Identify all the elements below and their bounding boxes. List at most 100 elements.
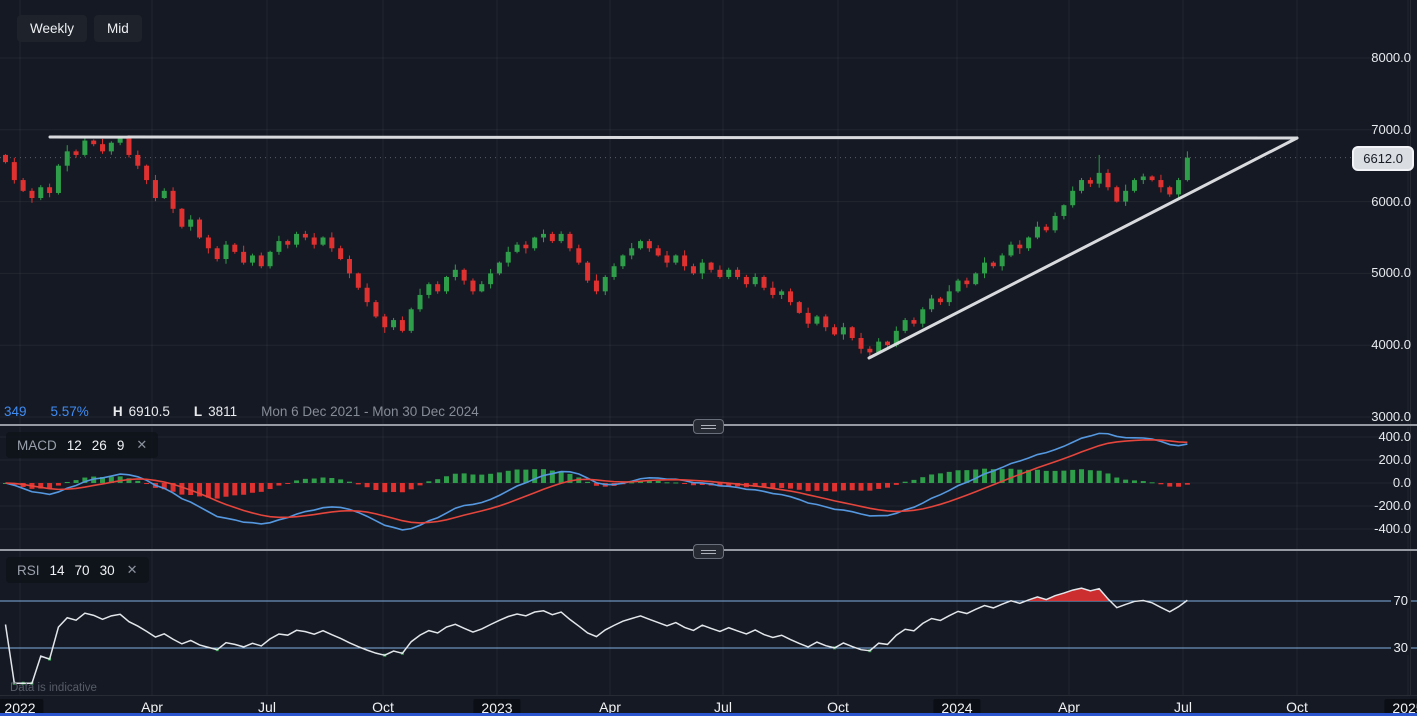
macd-histogram-bar	[682, 483, 687, 484]
macd-histogram-bar	[1079, 469, 1084, 483]
macd-histogram-bar	[867, 483, 872, 491]
candle-body	[559, 234, 564, 241]
macd-histogram-bar	[523, 470, 528, 483]
candle-body	[241, 252, 246, 263]
macd-legend[interactable]: MACD 12 26 9 ✕	[6, 432, 158, 458]
candle-body	[497, 263, 502, 274]
macd-histogram-bar	[1017, 470, 1022, 483]
macd-histogram-bar	[947, 472, 952, 483]
rsi-param-lower: 30	[100, 563, 115, 578]
candle-body	[753, 277, 758, 284]
candle-body	[620, 255, 625, 266]
macd-histogram-bar	[312, 479, 317, 483]
macd-name: MACD	[17, 438, 57, 453]
candle-body	[91, 141, 96, 145]
candle-body	[268, 252, 273, 266]
price-chart-canvas[interactable]	[0, 0, 1417, 425]
panel-separator-handle[interactable]	[693, 544, 724, 559]
macd-histogram-bar	[135, 481, 140, 483]
candle-body	[215, 248, 220, 259]
candle-body	[1061, 205, 1066, 216]
macd-histogram-bar	[329, 478, 334, 483]
macd-histogram-bar	[400, 483, 405, 492]
macd-histogram-bar	[479, 475, 484, 483]
candle-body	[1079, 180, 1084, 191]
candle-body	[929, 299, 934, 310]
change-value: 349	[4, 404, 27, 419]
macd-histogram-bar	[938, 473, 943, 483]
rsi-panel-canvas[interactable]	[0, 551, 1417, 695]
candle-body	[938, 299, 943, 303]
candle-body	[365, 288, 370, 302]
macd-histogram-bar	[532, 469, 537, 483]
trend-line[interactable]	[869, 138, 1297, 358]
timeframe-button[interactable]: Weekly	[17, 15, 87, 42]
candle-body	[426, 284, 431, 295]
macd-histogram-bar	[1044, 471, 1049, 483]
candle-body	[541, 234, 546, 238]
macd-histogram-bar	[1123, 480, 1128, 483]
candle-body	[65, 151, 70, 165]
macd-histogram-bar	[1176, 483, 1181, 487]
rsi-param-length: 14	[50, 563, 65, 578]
candle-body	[126, 138, 131, 155]
macd-histogram-bar	[1106, 473, 1111, 483]
panel-separator-handle[interactable]	[693, 419, 724, 434]
candle-body	[806, 313, 811, 324]
trend-line[interactable]	[50, 137, 1297, 138]
candle-body	[1150, 176, 1155, 180]
candle-body	[303, 234, 308, 238]
macd-histogram-bar	[74, 480, 79, 483]
candle-body	[903, 320, 908, 331]
candle-body	[453, 270, 458, 277]
candle-body	[382, 316, 387, 327]
candle-body	[56, 166, 61, 193]
macd-histogram-bar	[206, 483, 211, 498]
macd-histogram-bar	[285, 483, 290, 484]
candle-body	[1008, 245, 1013, 256]
macd-histogram-bar	[779, 483, 784, 488]
macd-histogram-bar	[506, 471, 511, 483]
macd-histogram-bar	[665, 482, 670, 483]
candle-body	[982, 263, 987, 274]
macd-histogram-bar	[65, 482, 70, 483]
macd-histogram-bar	[356, 483, 361, 484]
macd-histogram-bar	[1167, 483, 1172, 487]
macd-histogram-bar	[1061, 471, 1066, 483]
candle-body	[1017, 245, 1022, 249]
chart-size-button[interactable]: Mid	[94, 15, 142, 42]
candle-body	[814, 316, 819, 323]
macd-histogram-bar	[303, 479, 308, 483]
macd-histogram-bar	[144, 483, 149, 484]
macd-histogram-bar	[585, 482, 590, 483]
macd-histogram-bar	[365, 483, 370, 487]
candle-body	[329, 238, 334, 249]
macd-histogram-bar	[409, 483, 414, 489]
rsi-legend[interactable]: RSI 14 70 30 ✕	[6, 557, 149, 583]
candle-body	[3, 155, 8, 162]
candle-body	[885, 342, 890, 346]
macd-histogram-bar	[559, 471, 564, 483]
candle-body	[550, 234, 555, 241]
candle-body	[162, 191, 167, 198]
macd-histogram-bar	[391, 483, 396, 492]
last-price-tag: 6612.0	[1352, 146, 1414, 171]
macd-histogram-bar	[885, 483, 890, 488]
macd-histogram-bar	[1070, 470, 1075, 483]
candle-body	[779, 291, 784, 295]
macd-histogram-bar	[179, 483, 184, 495]
disclaimer-text: Data is indicative	[10, 682, 97, 694]
candle-body	[435, 284, 440, 291]
macd-panel-canvas[interactable]	[0, 427, 1417, 549]
macd-histogram-bar	[321, 478, 326, 483]
macd-close-icon[interactable]: ✕	[136, 437, 147, 453]
rsi-close-icon[interactable]: ✕	[127, 562, 138, 578]
macd-histogram-bar	[241, 483, 246, 495]
macd-histogram-bar	[806, 483, 811, 491]
macd-histogram-bar	[841, 483, 846, 490]
candle-body	[762, 277, 767, 288]
macd-histogram-bar	[656, 481, 661, 483]
candle-body	[1176, 180, 1181, 194]
macd-histogram-bar	[788, 483, 793, 489]
macd-histogram-bar	[435, 479, 440, 483]
